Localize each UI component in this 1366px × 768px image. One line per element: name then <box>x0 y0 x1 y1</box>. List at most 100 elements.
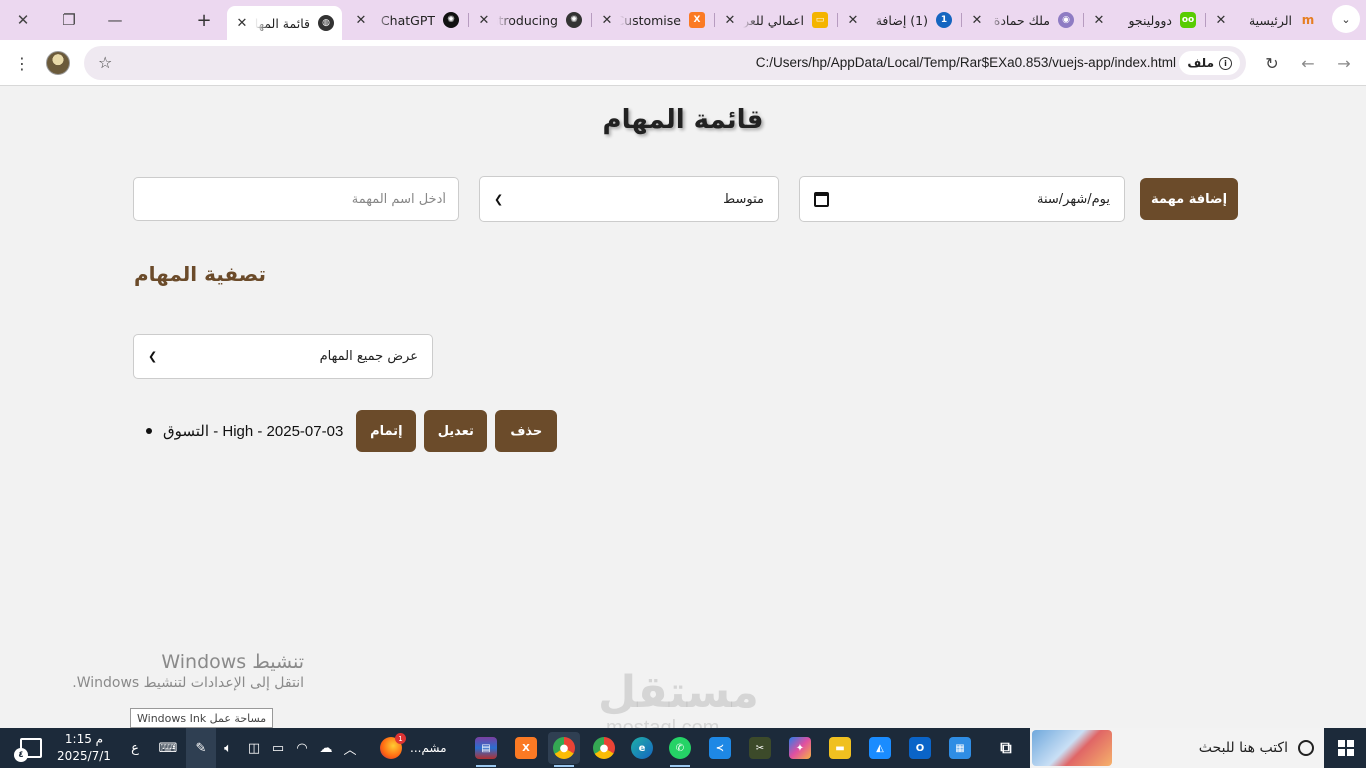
chevron-up-icon: ︿ <box>343 742 357 758</box>
clock-date: 2025/7/1 <box>57 749 111 763</box>
tab-home[interactable]: m الرئيسية ✕ <box>1206 6 1324 34</box>
slides-favicon-icon: ▭ <box>812 12 828 28</box>
taskbar-tool[interactable]: ✂ <box>744 732 776 764</box>
page-content: قائمة المهام متوسط ❯ يوم/شهر/سنة إضافة م… <box>0 87 1366 739</box>
profile-avatar[interactable] <box>46 51 70 75</box>
forward-button[interactable]: → <box>1330 49 1358 77</box>
minimize-icon: — <box>107 11 123 29</box>
taskbar-chrome-profile[interactable]: ● <box>548 732 580 767</box>
tab-close-icon[interactable]: ✕ <box>846 13 860 28</box>
tab-divider <box>714 13 715 27</box>
tray-pen[interactable]: ✎ <box>186 728 216 768</box>
tab-close-icon[interactable]: ✕ <box>970 13 984 28</box>
close-icon: ✕ <box>16 11 30 29</box>
tab-duolingo[interactable]: oo دوولينجو ✕ <box>1084 6 1204 34</box>
openai-favicon-icon: ✺ <box>443 12 459 28</box>
tray-language[interactable]: ع <box>124 728 146 768</box>
taskbar-firefox[interactable]: 1 مشم... <box>380 728 447 768</box>
chrome-profile-icon: ● <box>553 737 575 759</box>
site-info-chip[interactable]: i ملف <box>1179 51 1240 75</box>
filter-select[interactable]: عرض جميع المهام ❯ <box>133 334 433 379</box>
tray-overflow-button[interactable]: ︿ <box>340 728 360 768</box>
tab-strip: ✕ ❐ — + m الرئيسية ✕ oo دوولينجو ✕ ◉ ملك… <box>0 0 1366 40</box>
ink-workspace-tooltip: مساحة عمل Windows Ink <box>130 708 274 728</box>
add-task-button[interactable]: إضافة مهمة <box>1140 178 1238 220</box>
window-restore-button[interactable]: ❐ <box>46 0 92 40</box>
restore-icon: ❐ <box>62 11 76 29</box>
taskbar-outlook[interactable]: O <box>904 732 936 764</box>
tray-volume[interactable]: 🔈︎ <box>218 728 238 768</box>
address-bar[interactable]: ☆ C:/Users/hp/AppData/Local/Temp/Rar$EXa… <box>84 46 1246 80</box>
tray-onedrive[interactable]: ☁ <box>316 728 336 768</box>
notification-favicon-icon: 1 <box>936 12 952 28</box>
taskbar-clock[interactable]: 1:15 م 2025/7/1 <box>56 731 112 765</box>
tray-battery[interactable]: ▭ <box>268 728 288 768</box>
window-minimize-button[interactable]: — <box>92 0 138 40</box>
taskbar-store[interactable]: ▦ <box>944 732 976 764</box>
taskbar-copilot[interactable]: ✦ <box>784 732 816 764</box>
delete-task-button[interactable]: حذف <box>495 410 558 452</box>
tray-meet[interactable]: ◫ <box>244 728 264 768</box>
complete-task-button[interactable]: إتمام <box>356 410 417 452</box>
start-button[interactable] <box>1326 728 1366 768</box>
tray-keyboard[interactable]: ⌨ <box>154 728 182 768</box>
priority-select[interactable]: متوسط ❯ <box>479 176 779 222</box>
chevron-down-icon: ⌄ <box>1341 12 1351 26</box>
tab-divider <box>468 13 469 27</box>
duolingo-favicon-icon: oo <box>1180 12 1196 28</box>
taskbar-winrar[interactable]: ▤ <box>470 732 502 767</box>
reload-button[interactable]: ↻ <box>1258 49 1286 77</box>
tab-profile[interactable]: ◉ ملك حمادة ✕ <box>962 6 1082 34</box>
taskbar-photos[interactable]: ◭ <box>864 732 896 764</box>
profile-favicon-icon: ◉ <box>1058 12 1074 28</box>
tab-slides[interactable]: ▭ اعمالي للعرض ✕ <box>715 6 836 34</box>
tab-divider <box>961 13 962 27</box>
tab-close-icon[interactable]: ✕ <box>354 13 368 28</box>
tab-close-icon[interactable]: ✕ <box>477 13 491 28</box>
chevron-down-icon: ❯ <box>494 192 504 206</box>
calendar-icon[interactable] <box>814 191 829 207</box>
tab-task-list[interactable]: ◍ قائمة المهام ✕ <box>227 6 342 40</box>
speaker-icon: 🔈︎ <box>224 740 232 756</box>
taskbar-search[interactable]: اكتب هنا للبحث <box>1030 728 1324 768</box>
taskbar-file-explorer[interactable]: ▬ <box>824 732 856 764</box>
browser-menu-button[interactable]: ⋮ <box>8 49 36 77</box>
winrar-icon: ▤ <box>475 737 497 759</box>
new-tab-button[interactable]: + <box>190 6 218 34</box>
tab-introducing[interactable]: ✺ Introducing ✕ <box>469 6 590 34</box>
window-close-button[interactable]: ✕ <box>0 0 46 40</box>
due-date-input[interactable]: يوم/شهر/سنة <box>799 176 1125 222</box>
taskbar-chrome[interactable]: ● <box>588 732 620 764</box>
notification-count-badge: ٤ <box>14 748 28 762</box>
tab-close-icon[interactable]: ✕ <box>600 13 614 28</box>
tab-close-icon[interactable]: ✕ <box>1214 13 1228 28</box>
tab-close-icon[interactable]: ✕ <box>723 13 737 28</box>
tab-notification[interactable]: 1 (1) إضافة ✕ <box>838 6 960 34</box>
tab-close-icon[interactable]: ✕ <box>235 16 249 31</box>
keyboard-icon: ⌨ <box>158 740 178 756</box>
tab-search-button[interactable]: ⌄ <box>1332 5 1360 33</box>
taskbar-edge[interactable]: e <box>626 732 658 764</box>
taskbar-vscode[interactable]: ≺ <box>704 732 736 764</box>
store-icon: ▦ <box>949 737 971 759</box>
address-url[interactable]: C:/Users/hp/AppData/Local/Temp/Rar$EXa0.… <box>756 55 1176 70</box>
date-value: يوم/شهر/سنة <box>1037 191 1110 207</box>
edit-task-button[interactable]: تعديل <box>424 410 488 452</box>
taskbar-whatsapp[interactable]: ✆ <box>664 732 696 767</box>
filter-heading: تصفية المهام <box>134 262 267 286</box>
tab-divider <box>1205 13 1206 27</box>
task-name-input[interactable] <box>133 177 459 221</box>
tab-customise[interactable]: X Customise ✕ <box>592 6 713 34</box>
xampp-icon: X <box>515 737 537 759</box>
battery-icon: ▭ <box>271 740 285 756</box>
task-view-button[interactable]: ⧉ <box>990 732 1022 764</box>
tab-close-icon[interactable]: ✕ <box>1092 13 1106 28</box>
bookmark-star-icon[interactable]: ☆ <box>98 53 112 72</box>
taskbar-xampp[interactable]: X <box>510 732 542 764</box>
tray-network[interactable]: ◠ <box>292 728 312 768</box>
openai-favicon-icon: ✺ <box>566 12 582 28</box>
filter-value: عرض جميع المهام <box>319 349 418 364</box>
tab-chatgpt[interactable]: ✺ ChatGPT ✕ <box>346 6 467 34</box>
back-button[interactable]: ← <box>1294 49 1322 77</box>
search-icon <box>1298 740 1314 756</box>
